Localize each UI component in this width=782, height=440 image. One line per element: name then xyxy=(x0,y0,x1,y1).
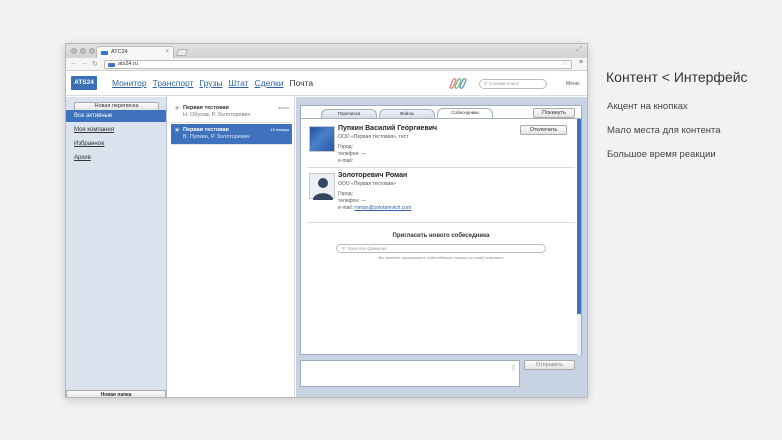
slide-point: Акцент на кнопках xyxy=(607,101,688,112)
sidebar-item[interactable]: Архив xyxy=(66,152,166,164)
search-icon: ⚲ xyxy=(342,246,346,251)
thread-item[interactable]: ★ Первая тестовая Н. Обухов, Р. Золотореви… xyxy=(171,102,292,123)
participant-company: ООО «Первая тестовая» xyxy=(338,181,396,187)
search-input[interactable]: ⚲ Слежий поиск xyxy=(479,79,547,89)
thread-date: 15 января xyxy=(270,127,289,132)
site-icon xyxy=(108,62,115,67)
reload-icon[interactable]: ↻ xyxy=(92,60,98,68)
disconnect-button[interactable]: Отключить xyxy=(520,125,567,135)
participant-phone: телефон: — xyxy=(338,198,366,204)
attach-icon[interactable]: ▯ xyxy=(512,364,515,371)
thread-participants: Н. Обухов, Р. Золоторевич xyxy=(183,112,251,118)
app-header: ATS24 Монитор Транспорт Грузы Штат Сделки Поч… xyxy=(66,72,587,96)
conversation-tabs: Переписка Файлы Собеседники xyxy=(321,108,493,118)
star-icon[interactable]: ★ xyxy=(174,126,180,134)
participant-email-label: e-mail: xyxy=(338,158,354,164)
nav-item[interactable]: Почта xyxy=(290,78,314,88)
thread-title: Первая тестовая xyxy=(183,105,229,111)
bookmark-star-icon[interactable]: ☆ xyxy=(562,60,568,67)
participant-card: Золоторевич Роман ООО «Первая тестовая» … xyxy=(307,170,575,223)
close-icon[interactable]: × xyxy=(165,47,169,58)
invite-note: Вы можете приглашать собеседников только… xyxy=(378,255,504,260)
window-controls[interactable] xyxy=(71,48,95,54)
participant-phone: телефон: — xyxy=(338,151,366,157)
message-input[interactable]: ▯ xyxy=(300,360,520,387)
sidebar-item[interactable]: Избранное xyxy=(66,138,166,150)
conversation-panel: Переписка Файлы Собеседники Покинуть Пупки… xyxy=(300,105,582,355)
sidebar-item-label: Избранное xyxy=(74,141,105,147)
browser-tab[interactable]: АТС24 × xyxy=(96,46,174,58)
nav-item[interactable]: Грузы xyxy=(200,78,223,88)
sidebar: Новая переписка Все активные Моя компания… xyxy=(66,97,167,397)
back-icon[interactable]: ← xyxy=(70,60,77,67)
avatar-placeholder xyxy=(309,173,335,200)
sidebar-item-label: Моя компания xyxy=(74,127,114,133)
browser-window: АТС24 × ⤢ ← → ↻ ats24.ru ☆ ≡ ATS24 Монит… xyxy=(65,43,588,398)
browser-navbar: ← → ↻ ats24.ru ☆ ≡ xyxy=(66,58,587,71)
scrollbar-thumb[interactable] xyxy=(577,119,581,314)
conversation-tab[interactable]: Переписка xyxy=(321,109,377,118)
person-icon xyxy=(313,178,333,200)
thread-list: ★ Первая тестовая Н. Обухов, Р. Золотореви… xyxy=(168,97,295,397)
main-nav: Монитор Транспорт Грузы Штат Сделки Почта xyxy=(112,78,313,88)
fullscreen-icon[interactable]: ⤢ xyxy=(576,46,582,54)
participant-card: Пупкин Василий Георгиевич ООО «Первая те… xyxy=(307,123,575,168)
star-icon[interactable]: ★ xyxy=(174,104,180,112)
participant-email-link[interactable]: roman@zolotarevich.com xyxy=(354,205,411,211)
participant-name: Золоторевич Роман xyxy=(338,172,408,179)
browser-tab-title: АТС24 xyxy=(111,49,128,55)
thread-date: вчера xyxy=(278,105,289,110)
participant-email-label: e-mail: xyxy=(338,205,354,211)
conversation-area: Переписка Файлы Собеседники Покинуть Пупки… xyxy=(296,97,587,397)
sidebar-item-label: Все активные xyxy=(74,113,113,119)
nav-item[interactable]: Штат xyxy=(229,78,249,88)
new-folder-button[interactable]: Новая папка xyxy=(66,390,166,397)
search-placeholder: Слежий поиск xyxy=(489,81,519,86)
nav-item[interactable]: Монитор xyxy=(112,78,147,88)
participant-city: Город: xyxy=(338,191,353,197)
slide-point: Большое время реакции xyxy=(607,149,716,160)
leave-button[interactable]: Покинуть xyxy=(533,108,575,118)
slide-title: Контент < Интерфейс xyxy=(606,69,748,85)
clip-icons xyxy=(448,77,468,90)
slide-point: Мало места для контента xyxy=(607,125,721,136)
user-menu[interactable]: Меню xyxy=(566,81,580,87)
invite-placeholder: Имя или фамилия xyxy=(348,246,387,251)
thread-participants: В. Пупкин, Р. Золоторевич xyxy=(183,134,250,140)
participant-city: Город: xyxy=(338,144,353,150)
new-tab-button[interactable] xyxy=(175,49,189,56)
sidebar-item[interactable]: Моя компания xyxy=(66,124,166,136)
forward-icon[interactable]: → xyxy=(81,60,88,67)
sidebar-item-label: Архив xyxy=(74,155,91,161)
participant-company: ООО «Первая тестовая», тест xyxy=(338,134,409,140)
thread-item[interactable]: ★ Первая тестовая В. Пупкин, Р. Золотореви… xyxy=(171,124,292,145)
invite-search-input[interactable]: ⚲ Имя или фамилия xyxy=(336,244,546,253)
nav-item[interactable]: Транспорт xyxy=(153,78,194,88)
search-icon: ⚲ xyxy=(484,81,488,86)
favicon-icon xyxy=(101,50,108,55)
participant-email-row: e-mail: roman@zolotarevich.com xyxy=(338,205,411,211)
send-button[interactable]: Отправить xyxy=(524,360,575,370)
browser-tabbar: АТС24 × ⤢ xyxy=(66,44,587,58)
conversation-tab[interactable]: Файлы xyxy=(379,109,435,118)
nav-item[interactable]: Сделки xyxy=(255,78,284,88)
address-bar[interactable]: ats24.ru ☆ xyxy=(104,60,572,69)
url-text: ats24.ru xyxy=(118,61,138,67)
participant-photo xyxy=(309,126,335,152)
conversation-tab[interactable]: Собеседники xyxy=(437,108,493,118)
sidebar-item[interactable]: Все активные xyxy=(66,110,166,122)
browser-menu-icon[interactable]: ≡ xyxy=(579,59,583,66)
participant-name: Пупкин Василий Георгиевич xyxy=(338,125,438,132)
app-logo[interactable]: ATS24 xyxy=(71,76,97,90)
invite-title: Пригласить нового собеседника xyxy=(392,233,490,239)
